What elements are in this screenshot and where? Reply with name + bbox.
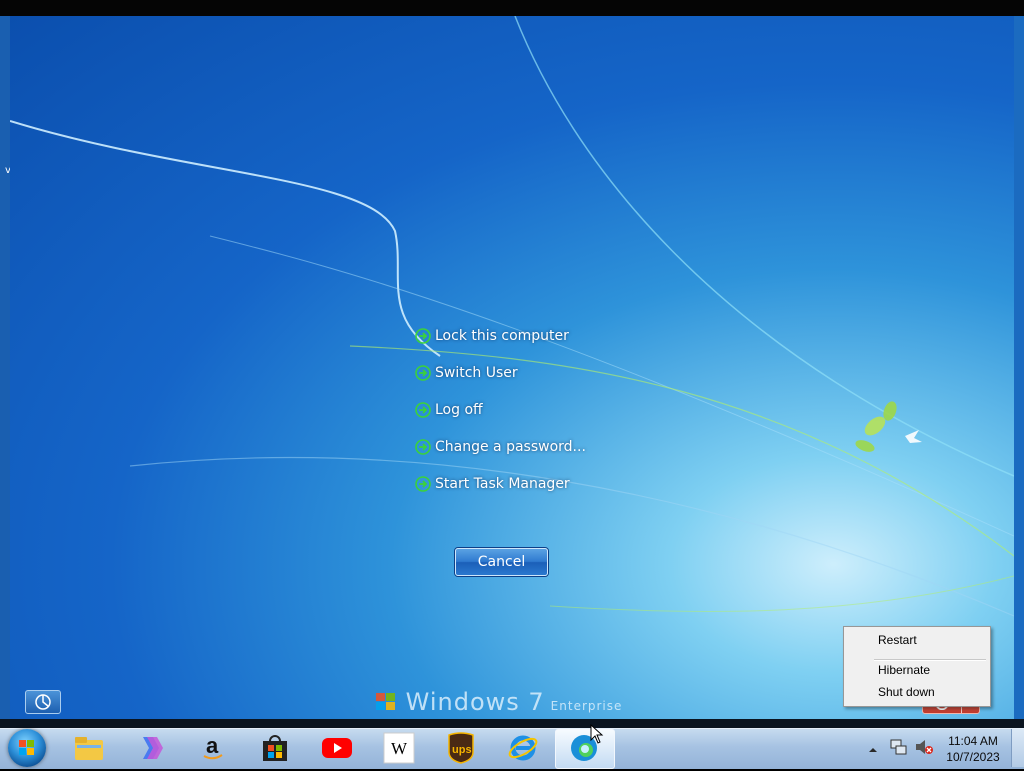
change-password-option[interactable]: Change a password... [415,435,586,459]
mouse-cursor-icon [590,723,604,748]
youtube-taskbar-button[interactable] [320,731,354,765]
copilot-taskbar-button[interactable] [133,731,167,765]
restart-menu-item[interactable]: Restart [878,633,917,647]
internet-explorer-taskbar-button[interactable] [506,731,540,765]
windows-7-logo: Windows 7 Enterprise [375,688,623,716]
lock-computer-option[interactable]: Lock this computer [415,324,569,348]
green-arrow-icon [415,328,431,344]
amazon-taskbar-button[interactable]: a [196,731,230,765]
internet-explorer-icon [508,735,538,761]
wikipedia-icon: W [383,732,415,764]
file-explorer-taskbar-button[interactable] [72,731,106,765]
copilot-icon [143,737,163,759]
green-arrow-icon [415,439,431,455]
system-clock[interactable]: 11:04 AM 10/7/2023 [940,733,1006,765]
option-label: Log off [435,402,483,418]
show-desktop-button[interactable] [1011,729,1024,767]
ease-of-access-icon [35,694,51,710]
green-arrow-icon [415,476,431,492]
microsoft-store-taskbar-button[interactable] [258,731,292,765]
right-edge-strip [1014,16,1024,719]
ease-of-access-button[interactable] [25,690,61,714]
youtube-icon [322,738,352,758]
file-explorer-icon [75,737,103,760]
power-options-menu: Restart Hibernate Shut down [843,626,991,707]
os-brand-text: Windows 7 [405,688,545,716]
ups-icon: ups [448,732,474,764]
clock-time: 11:04 AM [948,734,998,748]
option-label: Start Task Manager [435,476,570,492]
taskbar-top-border [0,719,1024,728]
hibernate-menu-item[interactable]: Hibernate [878,663,930,677]
option-label: Change a password... [435,439,586,455]
green-arrow-icon [415,365,431,381]
volume-muted-icon[interactable] [914,738,934,760]
cancel-button[interactable]: Cancel [455,548,548,576]
windows-flag-icon [376,693,395,710]
os-edition-text: Enterprise [550,699,623,713]
switch-user-option[interactable]: Switch User [415,361,518,385]
left-edge-strip [0,16,10,719]
amazon-glyph: a [206,733,219,758]
start-button[interactable] [8,729,46,767]
amazon-icon: a [203,733,223,760]
start-task-manager-option[interactable]: Start Task Manager [415,472,570,496]
ups-taskbar-button[interactable]: ups [444,731,478,765]
option-label: Lock this computer [435,328,569,344]
shut-down-menu-item[interactable]: Shut down [878,685,935,699]
microsoft-store-icon [263,735,287,761]
log-off-option[interactable]: Log off [415,398,483,422]
menu-separator [874,659,986,661]
network-icon[interactable] [890,738,908,760]
green-arrow-icon [415,402,431,418]
wikipedia-glyph: W [391,739,408,758]
windows-logo-icon [19,740,34,755]
show-hidden-icons-arrow-icon[interactable] [868,740,878,759]
wikipedia-taskbar-button[interactable]: W [382,731,416,765]
option-label: Switch User [435,365,518,381]
top-black-bar [0,0,1024,16]
clock-date: 10/7/2023 [946,750,1000,764]
ups-glyph: ups [452,744,472,756]
